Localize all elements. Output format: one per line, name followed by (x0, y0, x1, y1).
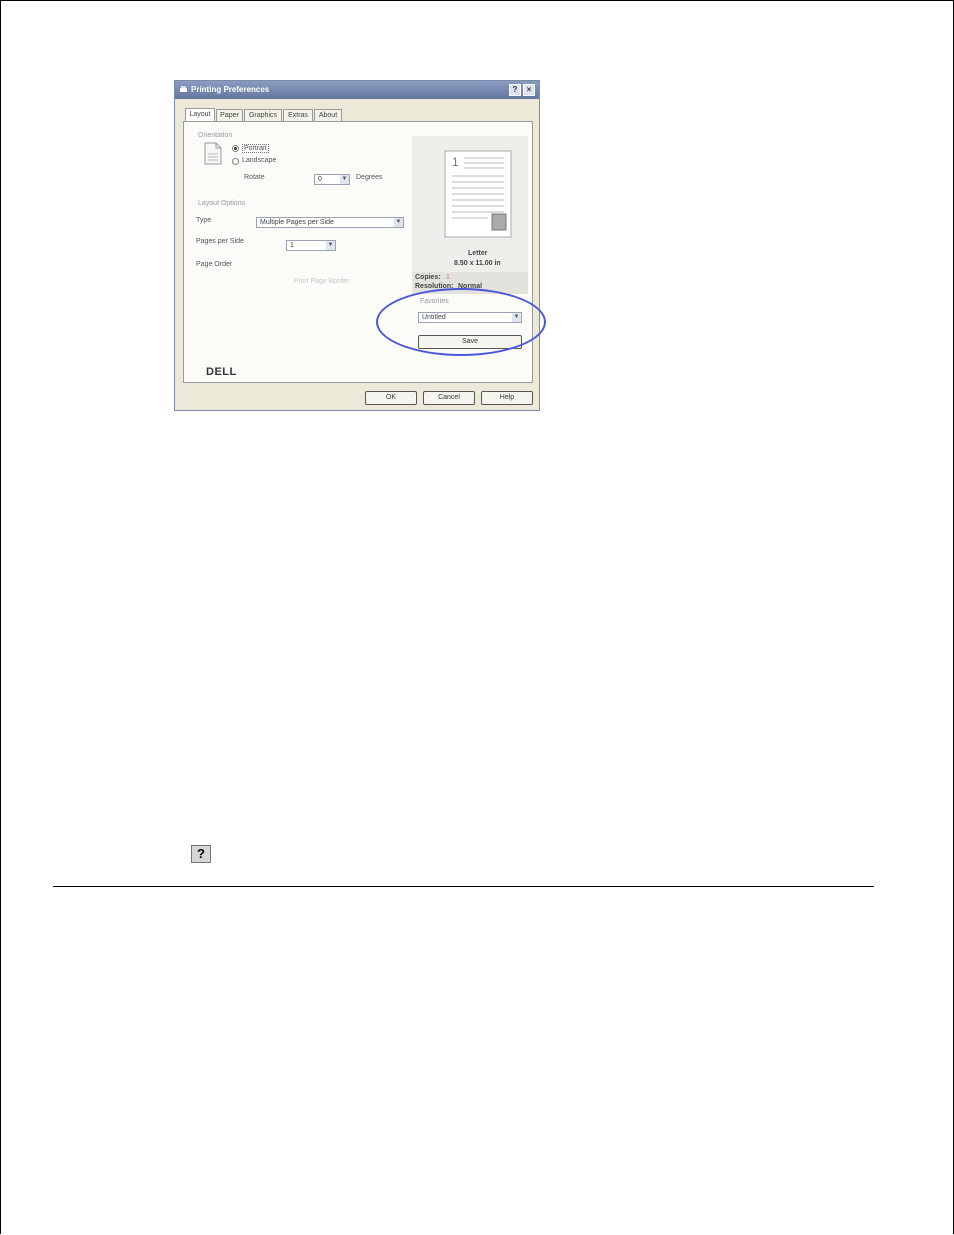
portrait-label: Portrait (242, 144, 269, 153)
dialog-title: Printing Preferences (191, 85, 270, 94)
favorites-highlight-circle (376, 288, 546, 356)
portrait-page-icon (204, 142, 222, 165)
ok-button[interactable]: OK (365, 391, 417, 405)
copies-value: 1 (446, 274, 450, 281)
help-title-button[interactable]: ? (509, 84, 521, 96)
tab-layout[interactable]: Layout (185, 108, 215, 121)
type-value: Multiple Pages per Side (260, 219, 334, 226)
rotate-value: 0 (318, 176, 322, 183)
paper-size: 8.50 x 11.00 in (454, 260, 501, 267)
type-label: Type (196, 217, 212, 224)
dialog-titlebar: Printing Preferences ? × (175, 81, 539, 99)
svg-text:1: 1 (452, 155, 459, 169)
tab-paper[interactable]: Paper (216, 109, 243, 121)
orientation-group-label: Orientation (198, 132, 233, 139)
page-preview-icon: 1 (444, 150, 512, 238)
dell-logo: DELL (206, 366, 237, 378)
chevron-down-icon: ▼ (326, 241, 335, 250)
close-button[interactable]: × (523, 84, 535, 96)
degrees-label: Degrees (356, 174, 383, 181)
copies-label: Copies: (415, 274, 441, 281)
tab-about[interactable]: About (314, 109, 342, 121)
horizontal-rule (53, 886, 874, 887)
pages-per-side-combo[interactable]: 1 ▼ (286, 240, 336, 251)
help-button[interactable]: Help (481, 391, 533, 405)
chevron-down-icon: ▼ (340, 175, 349, 184)
page-order-label: Page Order (196, 261, 233, 268)
portrait-radio[interactable] (232, 145, 239, 152)
chevron-down-icon: ▼ (394, 218, 403, 227)
rotate-combo[interactable]: 0 ▼ (314, 174, 350, 185)
printer-icon (180, 86, 187, 92)
landscape-radio[interactable] (232, 158, 239, 165)
page-preview: 1 Letter 8.50 x 11.00 in (412, 136, 528, 272)
rotate-label: Rotate (244, 174, 265, 181)
tab-graphics[interactable]: Graphics (244, 109, 282, 121)
pages-per-side-value: 1 (290, 242, 294, 249)
type-combo[interactable]: Multiple Pages per Side ▼ (256, 217, 404, 228)
landscape-label: Landscape (242, 157, 277, 164)
paper-name: Letter (468, 250, 488, 257)
printing-preferences-dialog: Printing Preferences ? × Layout Paper Gr… (174, 80, 540, 411)
layout-options-group-label: Layout Options (198, 200, 246, 207)
pages-per-side-label: Pages per Side (196, 238, 244, 245)
print-page-border-disabled: Print Page Border (294, 278, 350, 285)
cancel-button[interactable]: Cancel (423, 391, 475, 405)
help-question-icon[interactable]: ? (191, 845, 211, 863)
tab-extras[interactable]: Extras (283, 109, 313, 121)
